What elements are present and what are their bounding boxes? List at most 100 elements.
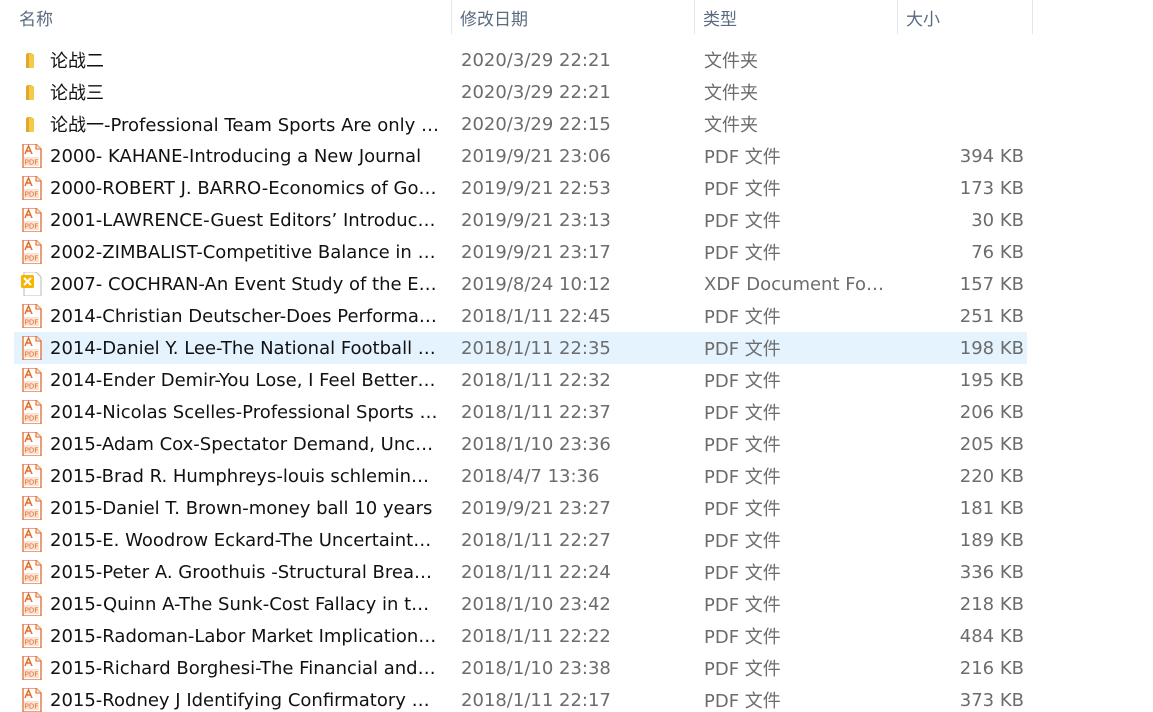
file-name-cell: 论战二 — [14, 47, 461, 73]
file-type: 文件夹 — [704, 51, 758, 72]
file-date: 2020/3/29 22:15 — [461, 113, 611, 135]
file-name-cell: PDF 2015-Adam Cox-Spectator Demand, Unce… — [14, 432, 461, 456]
folder-icon — [18, 48, 46, 72]
file-row[interactable]: PDF 2002-ZIMBALIST-Competitive Balance i… — [14, 236, 1027, 268]
file-explorer-window: 名称 ^ 修改日期 类型 大小 论战二 2020/3/29 22:21 文件夹 … — [0, 0, 1153, 712]
file-type: PDF 文件 — [704, 595, 781, 616]
svg-text:PDF: PDF — [25, 191, 39, 199]
column-header-type[interactable]: 类型 — [695, 0, 898, 34]
file-row[interactable]: PDF 2015-Daniel T. Brown-money ball 10 y… — [14, 492, 1027, 524]
file-row[interactable]: 论战三 2020/3/29 22:21 文件夹 — [14, 76, 1027, 108]
column-header-bar: 名称 ^ 修改日期 类型 大小 — [0, 0, 1033, 34]
file-name: 2002-ZIMBALIST-Competitive Balance in Sp… — [50, 241, 440, 263]
file-name: 2014-Christian Deutscher-Does Performanc… — [50, 305, 440, 327]
file-date: 2018/1/11 22:35 — [461, 337, 611, 359]
file-row[interactable]: PDF 2015-Quinn A-The Sunk-Cost Fallacy i… — [14, 588, 1027, 620]
file-size: 205 KB — [959, 433, 1024, 455]
file-date: 2019/9/21 23:27 — [461, 497, 611, 519]
file-name: 2015-Richard Borghesi-The Financial and … — [50, 657, 440, 679]
file-type: PDF 文件 — [704, 627, 781, 648]
file-size: 76 KB — [971, 241, 1024, 263]
file-size: 251 KB — [959, 305, 1024, 327]
file-type-cell: PDF 文件 — [704, 399, 907, 425]
svg-text:PDF: PDF — [25, 511, 39, 519]
svg-text:PDF: PDF — [25, 575, 39, 583]
file-size: 484 KB — [959, 625, 1024, 647]
file-type: 文件夹 — [704, 83, 758, 104]
file-row[interactable]: PDF 2015-Adam Cox-Spectator Demand, Unce… — [14, 428, 1027, 460]
file-row[interactable]: PDF 2014-Ender Demir-You Lose, I Feel Be… — [14, 364, 1027, 396]
pdf-icon: PDF — [18, 496, 46, 520]
file-row[interactable]: PDF 2014-Nicolas Scelles-Professional Sp… — [14, 396, 1027, 428]
file-type-cell: PDF 文件 — [704, 463, 907, 489]
file-row[interactable]: 2007- COCHRAN-An Event Study of the Ec..… — [14, 268, 1027, 300]
file-type-cell: PDF 文件 — [704, 175, 907, 201]
file-type: PDF 文件 — [704, 499, 781, 520]
file-type-cell: PDF 文件 — [704, 623, 907, 649]
column-header-name[interactable]: 名称 ^ — [0, 0, 452, 34]
svg-text:PDF: PDF — [25, 319, 39, 327]
file-row[interactable]: PDF 2015-Brad R. Humphreys-louis schlemi… — [14, 460, 1027, 492]
file-name-cell: PDF 2015-Richard Borghesi-The Financial … — [14, 656, 461, 680]
file-date: 2019/9/21 23:17 — [461, 241, 611, 263]
file-row[interactable]: PDF 2015-Peter A. Groothuis -Structural … — [14, 556, 1027, 588]
pdf-icon: PDF — [18, 304, 46, 328]
file-size: 198 KB — [959, 337, 1024, 359]
column-header-date[interactable]: 修改日期 — [452, 0, 695, 34]
file-name-cell: PDF 2014-Christian Deutscher-Does Perfor… — [14, 304, 461, 328]
file-row[interactable]: PDF 2014-Christian Deutscher-Does Perfor… — [14, 300, 1027, 332]
file-date: 2019/9/21 22:53 — [461, 177, 611, 199]
file-name-cell: 论战三 — [14, 79, 461, 105]
file-type: PDF 文件 — [704, 179, 781, 200]
pdf-icon: PDF — [18, 656, 46, 680]
file-row[interactable]: PDF 2015-Richard Borghesi-The Financial … — [14, 652, 1027, 684]
file-row[interactable]: PDF 2000-ROBERT J. BARRO-Economics of Go… — [14, 172, 1027, 204]
pdf-icon: PDF — [18, 592, 46, 616]
file-date: 2018/1/11 22:24 — [461, 561, 611, 583]
file-name-cell: PDF 2002-ZIMBALIST-Competitive Balance i… — [14, 240, 461, 264]
file-row-selected[interactable]: PDF 2014-Daniel Y. Lee-The National Foot… — [14, 332, 1027, 364]
column-header-date-label: 修改日期 — [460, 9, 528, 30]
file-size: 30 KB — [971, 209, 1024, 231]
svg-text:PDF: PDF — [25, 159, 39, 167]
file-type-cell: PDF 文件 — [704, 495, 907, 521]
svg-text:PDF: PDF — [25, 543, 39, 551]
file-date: 2018/1/11 22:22 — [461, 625, 611, 647]
file-type: PDF 文件 — [704, 659, 781, 680]
pdf-icon: PDF — [18, 240, 46, 264]
file-size: 173 KB — [959, 177, 1024, 199]
file-row[interactable]: PDF 2000- KAHANE-Introducing a New Journ… — [14, 140, 1027, 172]
file-type-cell: PDF 文件 — [704, 143, 907, 169]
file-name-cell: 论战一-Professional Team Sports Are only a … — [14, 111, 461, 137]
file-name: 2015-Quinn A-The Sunk-Cost Fallacy in th… — [50, 593, 440, 615]
file-name-cell: 2007- COCHRAN-An Event Study of the Ec..… — [14, 272, 461, 296]
file-row[interactable]: PDF 2015-Radoman-Labor Market Implicatio… — [14, 620, 1027, 652]
file-row[interactable]: PDF 2015-Rodney J Identifying Confirmato… — [14, 684, 1027, 712]
file-type: 文件夹 — [704, 115, 758, 136]
file-name: 2015-E. Woodrow Eckard-The Uncertainty-.… — [50, 529, 440, 551]
file-name-cell: PDF 2000-ROBERT J. BARRO-Economics of Go… — [14, 176, 461, 200]
file-name-cell: PDF 2001-LAWRENCE-Guest Editors’ Introdu… — [14, 208, 461, 232]
svg-text:PDF: PDF — [25, 639, 39, 647]
svg-text:PDF: PDF — [25, 383, 39, 391]
file-type-cell: PDF 文件 — [704, 431, 907, 457]
file-type: PDF 文件 — [704, 403, 781, 424]
file-date: 2018/4/7 13:36 — [461, 465, 600, 487]
file-row[interactable]: PDF 2015-E. Woodrow Eckard-The Uncertain… — [14, 524, 1027, 556]
file-row[interactable]: PDF 2001-LAWRENCE-Guest Editors’ Introdu… — [14, 204, 1027, 236]
column-header-size[interactable]: 大小 — [898, 0, 1033, 34]
file-name-cell: PDF 2000- KAHANE-Introducing a New Journ… — [14, 144, 461, 168]
file-type-cell: PDF 文件 — [704, 559, 907, 585]
file-date: 2019/9/21 23:06 — [461, 145, 611, 167]
file-size: 394 KB — [959, 145, 1024, 167]
file-name-cell: PDF 2015-Peter A. Groothuis -Structural … — [14, 560, 461, 584]
file-size: 157 KB — [959, 273, 1024, 295]
file-size: 195 KB — [959, 369, 1024, 391]
file-size: 218 KB — [959, 593, 1024, 615]
file-type-cell: PDF 文件 — [704, 591, 907, 617]
file-row[interactable]: 论战一-Professional Team Sports Are only a … — [14, 108, 1027, 140]
file-row[interactable]: 论战二 2020/3/29 22:21 文件夹 — [14, 44, 1027, 76]
file-type-cell: PDF 文件 — [704, 303, 907, 329]
file-name: 论战二 — [50, 51, 104, 72]
folder-icon — [18, 112, 46, 136]
